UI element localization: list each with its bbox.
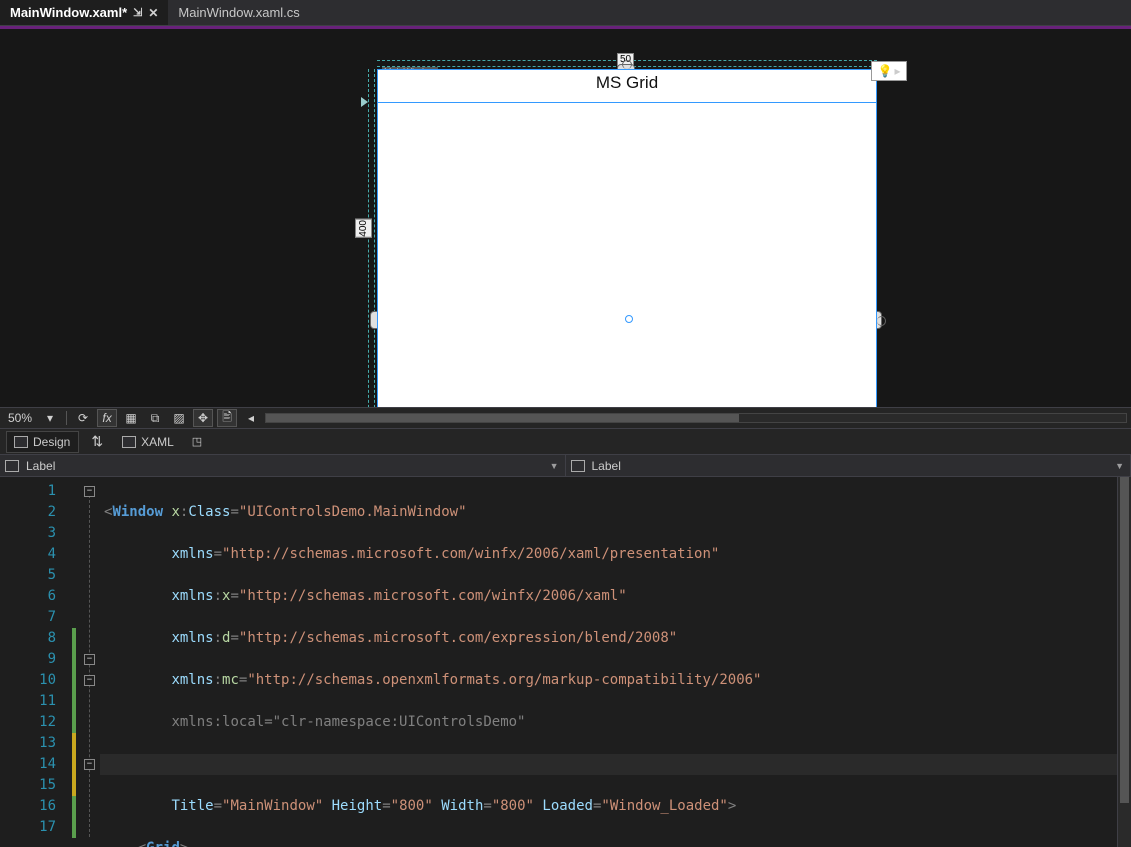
tab-label: MainWindow.xaml.cs [178, 5, 299, 20]
outline-guide [89, 495, 90, 837]
xaml-breadcrumb-bar: Label ▼ Label ▼ [0, 455, 1131, 477]
swap-panes-button[interactable]: ⇅ [85, 433, 109, 450]
document-tabs-bar: MainWindow.xaml* ⇲ ✕ MainWindow.xaml.cs [0, 0, 1131, 26]
breadcrumb-label: Label [592, 459, 621, 473]
snap-grid-button[interactable]: ▨ [169, 409, 189, 427]
close-icon[interactable]: ✕ [148, 6, 158, 20]
grid-snap-button[interactable]: ▦ [121, 409, 141, 427]
scrollbar-thumb[interactable] [1120, 477, 1129, 803]
change-marker [72, 733, 76, 754]
tab-mainwindow-xaml[interactable]: MainWindow.xaml* ⇲ ✕ [0, 0, 168, 25]
design-window-body[interactable]: MS Grid [377, 69, 877, 407]
vertical-scrollbar[interactable] [1117, 477, 1131, 847]
chevron-down-icon: ▼ [1115, 461, 1124, 471]
zoom-level[interactable]: 50% [4, 411, 36, 425]
change-marker [72, 691, 76, 712]
line-number: 13 [0, 733, 72, 754]
change-marker [72, 670, 76, 691]
change-marker [72, 796, 76, 817]
pane-tab-label: XAML [141, 435, 174, 449]
current-line-highlight [100, 754, 1131, 775]
design-pane-icon [15, 437, 27, 447]
change-marker [72, 712, 76, 733]
line-number: 17 [0, 817, 72, 838]
selection-handle-icon[interactable] [625, 315, 633, 323]
element-icon [572, 461, 584, 471]
line-number: 10 [0, 670, 72, 691]
line-number: 7 [0, 607, 72, 628]
line-number: 2 [0, 502, 72, 523]
snaplines-button[interactable]: ⧉ [145, 409, 165, 427]
collapse-left-icon[interactable]: ◂ [241, 409, 261, 427]
breadcrumb-member-dropdown[interactable]: Label ▼ [566, 455, 1131, 476]
ruler-marker-icon[interactable] [361, 97, 368, 107]
breadcrumb-label: Label [26, 459, 55, 473]
line-number: 16 [0, 796, 72, 817]
chevron-down-icon: ▼ [550, 461, 559, 471]
line-number: 6 [0, 586, 72, 607]
change-marker [72, 817, 76, 838]
line-number: 12 [0, 712, 72, 733]
change-marker [72, 754, 76, 775]
quick-actions-lightbulb[interactable]: 💡▸ [871, 61, 907, 81]
effects-button[interactable]: fx [97, 409, 117, 427]
breadcrumb-element-dropdown[interactable]: Label ▼ [0, 455, 566, 476]
xaml-designer-surface[interactable]: 50 400 MainWindow MS Grid 💡▸ [0, 29, 1131, 407]
pin-icon[interactable]: ⇲ [133, 6, 142, 19]
xaml-pane-icon [123, 437, 135, 447]
line-number: 14 [0, 754, 72, 775]
fold-toggle[interactable]: − [84, 759, 95, 770]
xaml-code-editor[interactable]: 1 2 3 4 5 6 7 8 9 10 11 12 13 14 15 16 1… [0, 477, 1131, 847]
line-number: 1 [0, 481, 72, 502]
vertical-ruler[interactable] [368, 69, 375, 407]
line-number: 3 [0, 523, 72, 544]
change-marker [72, 775, 76, 796]
pane-tab-design[interactable]: Design [6, 431, 79, 453]
device-button[interactable]: 🖹 [217, 409, 237, 427]
line-number: 9 [0, 649, 72, 670]
pane-tab-label: Design [33, 435, 70, 449]
refresh-button[interactable]: ⟳ [73, 409, 93, 427]
element-icon [6, 461, 18, 471]
pane-tab-xaml[interactable]: XAML [115, 432, 182, 452]
fold-toggle[interactable]: − [84, 486, 95, 497]
line-number: 5 [0, 565, 72, 586]
label-ms-grid[interactable]: MS Grid [378, 70, 876, 95]
line-number: 11 [0, 691, 72, 712]
zoom-dropdown-icon[interactable]: ▾ [40, 409, 60, 427]
scrollbar-thumb[interactable] [266, 414, 739, 422]
change-marker [72, 649, 76, 670]
design-preview-window[interactable]: 50 400 MainWindow MS Grid 💡▸ [377, 69, 877, 407]
popout-button[interactable]: ◳ [188, 435, 206, 448]
tab-label: MainWindow.xaml* [10, 5, 127, 20]
pane-switcher: Design ⇅ XAML ◳ [0, 429, 1131, 455]
tab-mainwindow-xaml-cs[interactable]: MainWindow.xaml.cs [168, 0, 309, 25]
separator [66, 411, 67, 425]
ruler-tick-v[interactable]: 400 [355, 219, 372, 238]
line-number: 4 [0, 544, 72, 565]
grid-row-separator [378, 102, 876, 103]
fold-toggle[interactable]: − [84, 654, 95, 665]
fold-toggle[interactable]: − [84, 675, 95, 686]
change-marker [72, 628, 76, 649]
lightbulb-icon: 💡 [878, 64, 893, 78]
horizontal-scrollbar[interactable] [265, 413, 1127, 423]
code-text[interactable]: <Window x:Class="UIControlsDemo.MainWind… [72, 477, 989, 847]
line-number: 15 [0, 775, 72, 796]
move-button[interactable]: ✥ [193, 409, 213, 427]
line-number: 8 [0, 628, 72, 649]
designer-toolstrip: 50% ▾ ⟳ fx ▦ ⧉ ▨ ✥ 🖹 ◂ [0, 407, 1131, 429]
line-number-gutter: 1 2 3 4 5 6 7 8 9 10 11 12 13 14 15 16 1… [0, 477, 72, 847]
chevron-right-icon: ▸ [894, 64, 900, 78]
